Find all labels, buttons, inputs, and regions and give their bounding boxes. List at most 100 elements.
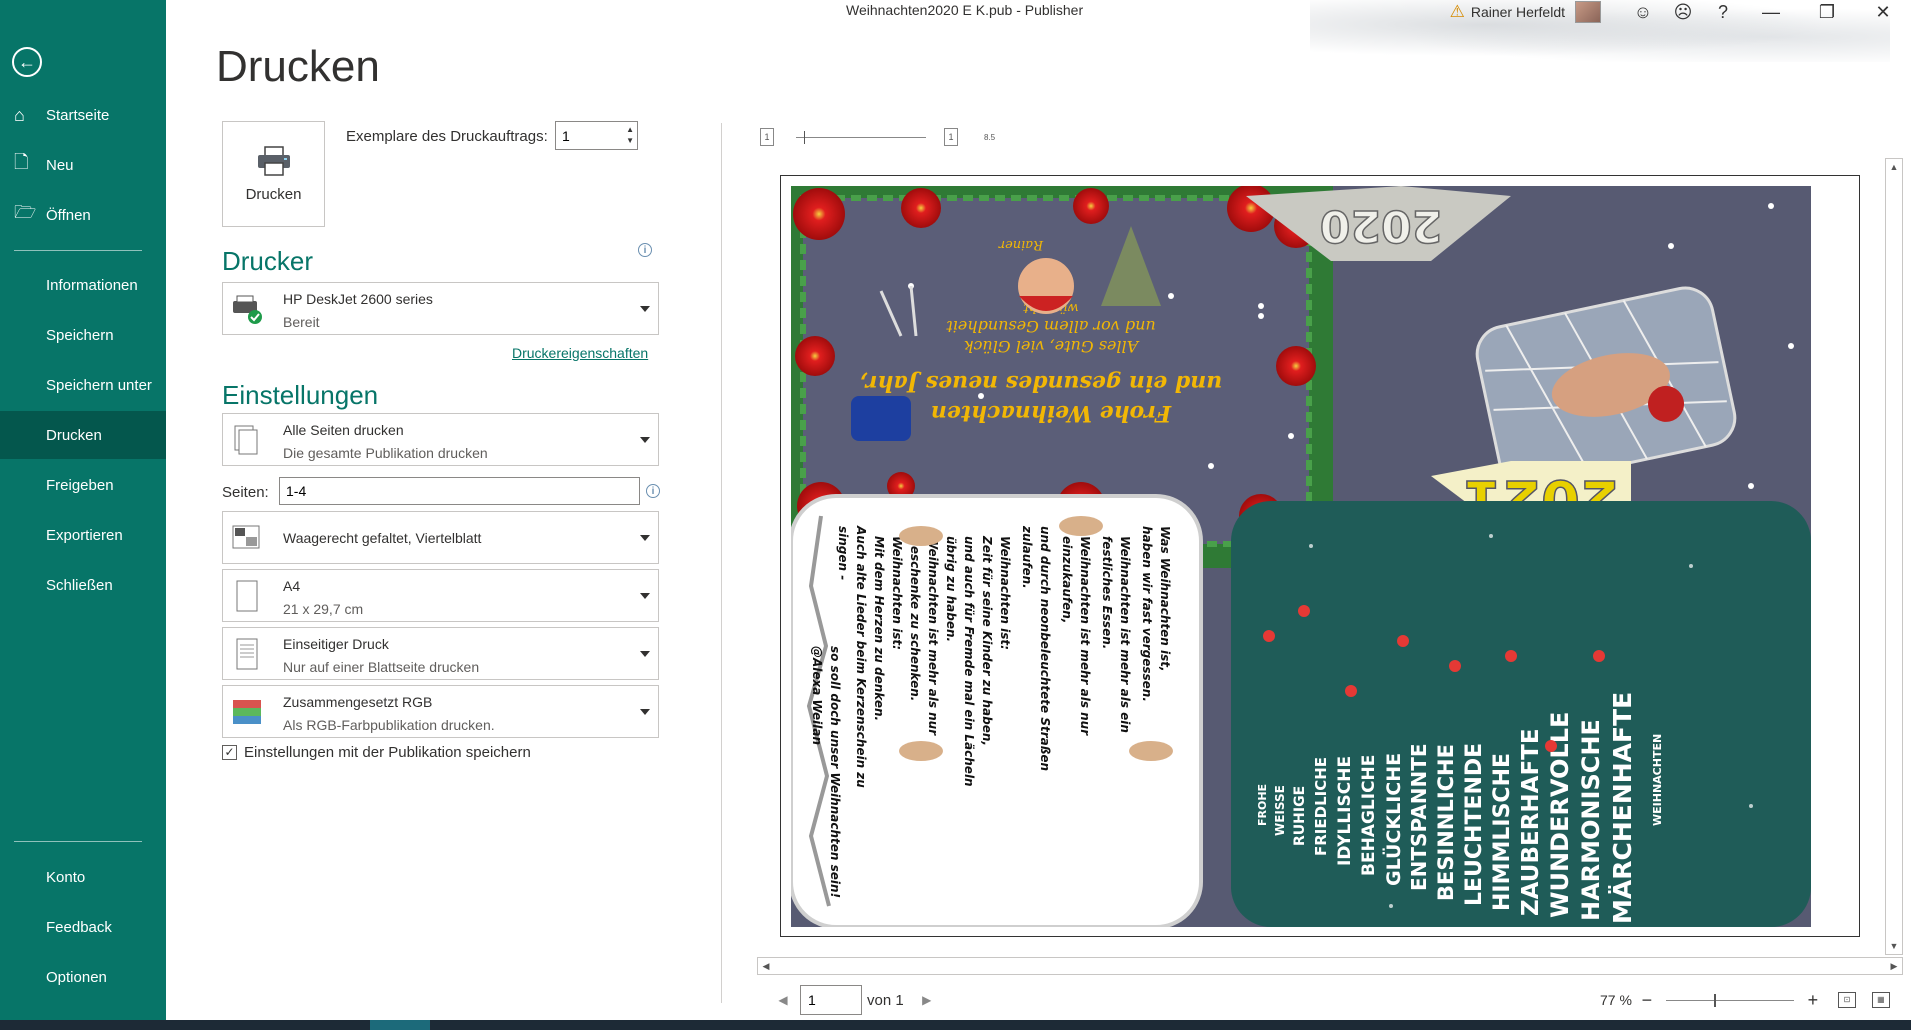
nav-schliessen[interactable]: Schließen [0,561,166,609]
word-11: HIMMLISCHE [1490,753,1515,911]
single-page-icon[interactable]: 1 [760,128,774,146]
frown-feedback-icon[interactable]: ☹ [1663,2,1703,23]
preview-page-slider[interactable] [796,130,926,144]
print-button[interactable]: Drucken [222,121,325,227]
zoom-level[interactable]: 77 % [1600,992,1632,1008]
chevron-down-icon [640,534,650,541]
page-view-icon[interactable]: 1 [944,128,958,146]
save-settings-checkbox[interactable]: ✓ Einstellungen mit der Publikation spei… [222,744,531,761]
nav-startseite[interactable]: ⌂ Startseite [0,91,166,139]
zoom-in-icon[interactable]: + [1804,990,1822,1011]
color-mode-dropdown[interactable]: Zusammengesetzt RGB Als RGB-Farbpublikat… [222,685,659,738]
back-arrow-icon[interactable]: ← [12,47,42,77]
folded-layout-icon [232,525,260,548]
scroll-right-icon[interactable]: ▶ [1886,958,1902,974]
word-14: HARMONISCHE [1577,719,1605,921]
taskbar [0,1020,1911,1030]
save-settings-label: Einstellungen mit der Publikation speich… [244,744,531,761]
greeting-line-4: und vor allem Gesundheit [946,317,1156,336]
sides-dropdown[interactable]: Einseitiger Druck Nur auf einer Blattsei… [222,627,659,680]
word-4: FRIEDLICHE [1312,757,1330,856]
nav-speichern[interactable]: Speichern [0,311,166,359]
poem-line-11: und auch für Fremde mal ein Lächeln [962,536,976,787]
nav-informationen[interactable]: Informationen [0,261,166,309]
vertical-scrollbar[interactable]: ▲ ▼ [1885,158,1903,955]
layout-dropdown[interactable]: Waagerecht gefaltet, Viertelblatt [222,511,659,564]
page-number-input[interactable] [808,992,858,1008]
page-title: Drucken [216,42,380,91]
nav-freigeben[interactable]: Freigeben [0,461,166,509]
pages-field[interactable] [279,477,640,505]
greeting-line-2: und ein gesundes neues Jahr, [860,370,1223,396]
poem-line-19: so soll doch unser Weihnachten sein! [828,646,842,898]
user-name[interactable]: Rainer Herfeldt [1471,4,1565,20]
zoom-controls: 77 % − + ⊡ ▦ [1600,988,1890,1012]
pages-input[interactable] [286,483,626,499]
single-sided-icon [236,638,258,669]
sides-sub: Nur auf einer Blattseite drucken [283,659,480,675]
nav-label: Speichern unter [46,376,152,394]
info-icon[interactable]: i [638,243,652,257]
page-number-field[interactable] [800,985,862,1015]
poem-line-7: und durch neonbeleuchtete Straßen [1038,526,1052,771]
printer-properties-link[interactable]: Druckereigenschaften [512,345,648,361]
page-range-sub: Die gesamte Publikation drucken [283,445,488,461]
poem-line-14: Geschenke zu schenken. [908,536,922,701]
word-6: BEHAGLICHE [1359,755,1379,876]
preview-toolbar: 1 1 8.5 [760,125,995,149]
rgb-color-icon [233,699,261,724]
help-button[interactable]: ? [1703,2,1743,23]
page-range-dropdown[interactable]: Alle Seiten drucken Die gesamte Publikat… [222,413,659,466]
nav-konto[interactable]: Konto [0,853,166,901]
nav-speichern-unter[interactable]: Speichern unter [0,361,166,409]
nav-label: Optionen [46,968,107,986]
scroll-down-icon[interactable]: ▼ [1886,938,1902,954]
horizontal-scrollbar[interactable]: ◀ ▶ [757,957,1903,975]
checkmark-icon[interactable]: ✓ [222,745,237,760]
copies-stepper[interactable]: ▲▼ [555,121,638,150]
nav-optionen[interactable]: Optionen [0,953,166,1001]
print-button-label: Drucken [245,185,302,203]
copies-input[interactable] [562,127,622,144]
chevron-down-icon [640,708,650,715]
title-bar-controls: ⚠ Rainer Herfeldt ☺ ☹ ? — ❐ ✕ [1450,0,1911,24]
printer-icon [257,145,290,176]
info-icon[interactable]: i [646,484,660,498]
zoom-out-icon[interactable]: − [1638,990,1656,1011]
nav-label: Speichern [46,326,114,344]
page-navigation: ◀ von 1 ▶ [770,985,940,1015]
next-page-icon[interactable]: ▶ [914,993,940,1007]
poem-line-1: Was Weihnachten ist, [1158,526,1172,672]
scroll-up-icon[interactable]: ▲ [1886,159,1902,175]
previous-page-icon[interactable]: ◀ [770,993,796,1007]
nav-neu[interactable]: 🗋 Neu [0,141,166,189]
minimize-button[interactable]: — [1743,2,1799,23]
poem-line-4: festliches Essen. [1100,536,1114,649]
sides-main: Einseitiger Druck [283,636,389,652]
close-button[interactable]: ✕ [1855,2,1911,23]
greeting-card-preview: Frohe Weihnachten und ein gesundes neues… [791,186,1811,927]
layout-main: Waagerecht gefaltet, Viertelblatt [283,529,482,546]
printer-dropdown[interactable]: HP DeskJet 2600 series Bereit [222,282,659,335]
ruler-toggle[interactable]: 8.5 [984,133,995,142]
word-5: IDYLLISCHE [1335,756,1355,866]
warning-icon[interactable]: ⚠ [1450,2,1465,22]
printer-status: Bereit [283,314,320,330]
multi-page-view-icon[interactable]: ▦ [1871,992,1890,1008]
word-10: LEUCHTENDE [1462,743,1487,906]
smiley-feedback-icon[interactable]: ☺ [1623,2,1663,23]
copies-spin-buttons[interactable]: ▲ ▼ [626,124,634,146]
nav-drucken[interactable]: Drucken [0,411,166,459]
restore-button[interactable]: ❐ [1799,2,1855,23]
greeting-signature: Rainer [998,237,1044,252]
nav-label: Exportieren [46,526,123,544]
zoom-slider[interactable] [1665,993,1794,1007]
avatar[interactable] [1575,1,1601,23]
paper-size-dropdown[interactable]: A4 21 x 29,7 cm [222,569,659,622]
nav-feedback[interactable]: Feedback [0,903,166,951]
nav-oeffnen[interactable]: 🗁 Öffnen [0,191,166,239]
scroll-left-icon[interactable]: ◀ [758,958,774,974]
nav-exportieren[interactable]: Exportieren [0,511,166,559]
fireworks-icon [851,396,911,441]
fit-page-icon[interactable]: ⊡ [1837,992,1856,1008]
